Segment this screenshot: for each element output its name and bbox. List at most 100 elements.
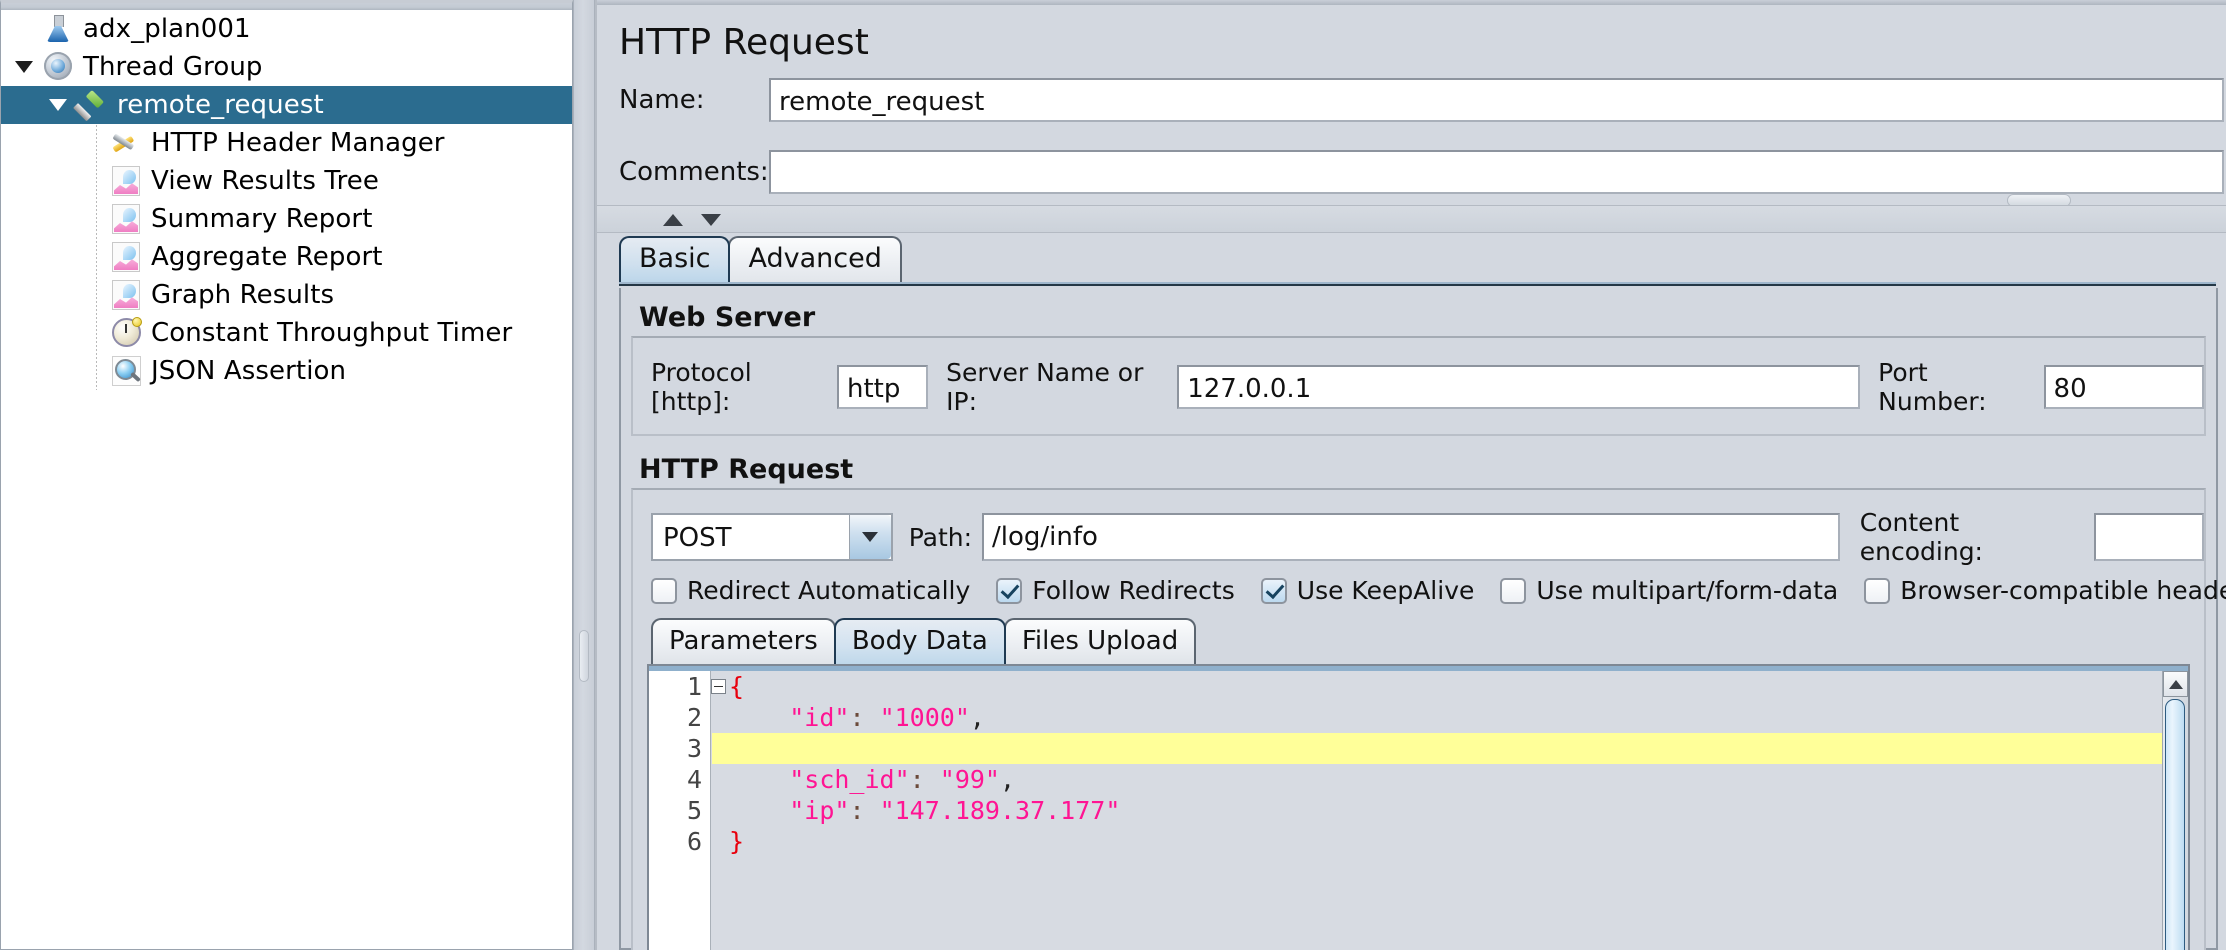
- code-line[interactable]: "ip": "147.189.37.177": [729, 795, 2162, 826]
- web-server-box: Protocol [http]: http Server Name or IP:…: [631, 336, 2206, 436]
- right-panel-top-strip: [597, 0, 2226, 5]
- jmeter-window: adx_plan001 Thread Group remote_request HTT…: [0, 0, 2226, 950]
- http-request-title: HTTP Request: [639, 454, 854, 485]
- splitter-grip[interactable]: [579, 630, 589, 682]
- tree-item-aggregate-report[interactable]: Aggregate Report: [1, 238, 572, 276]
- assertion-icon: [107, 354, 145, 388]
- tree-item-adx-plan001[interactable]: adx_plan001: [1, 10, 572, 48]
- tree-item-label: Summary Report: [151, 204, 373, 234]
- tree-item-view-results-tree[interactable]: View Results Tree: [1, 162, 572, 200]
- tree-expander-caret-icon[interactable]: [43, 99, 73, 111]
- scrollbar-thumb[interactable]: [2165, 699, 2185, 950]
- checkbox-box-icon: [1864, 577, 1891, 604]
- web-server-fields: Protocol [http]: http Server Name or IP:…: [651, 358, 2205, 416]
- content-encoding-label: Content encoding:: [1859, 508, 1983, 566]
- test-plan-icon: [39, 12, 77, 46]
- comments-input[interactable]: [769, 150, 2224, 194]
- inner-tab-parameters[interactable]: Parameters: [651, 618, 836, 664]
- path-input[interactable]: /log/info: [982, 513, 1840, 561]
- name-row: Name: remote_request: [619, 78, 2226, 122]
- checkbox-use-keepalive[interactable]: Use KeepAlive: [1260, 576, 1474, 605]
- checkbox-follow-redirects[interactable]: Follow Redirects: [996, 576, 1235, 605]
- tree-item-label: JSON Assertion: [151, 356, 347, 386]
- editor-line-number-gutter: 123456: [649, 671, 726, 950]
- http-sampler-icon: [73, 88, 111, 122]
- collapse-up-arrow-icon[interactable]: [663, 214, 683, 226]
- tree-item-graph-results[interactable]: Graph Results: [1, 276, 572, 314]
- tree-top-strip: [1, 3, 572, 10]
- checkbox-label: Browser-compatible headers: [1900, 576, 2226, 605]
- listener-chart-icon: [107, 202, 145, 236]
- server-label: Server Name or IP:: [946, 358, 1144, 416]
- http-request-editor-panel: HTTP Request Name: remote_request Commen…: [595, 0, 2226, 950]
- code-line[interactable]: "sch_id": "99",: [729, 764, 2162, 795]
- test-plan-tree-panel: adx_plan001 Thread Group remote_request HTT…: [0, 0, 573, 950]
- server-input[interactable]: 127.0.0.1: [1177, 365, 1861, 409]
- timer-icon: [107, 316, 145, 350]
- code-line[interactable]: {: [729, 671, 2162, 702]
- chevron-down-icon[interactable]: [848, 515, 891, 559]
- tree-expander-caret-icon[interactable]: [9, 61, 39, 73]
- tree-item-label: Thread Group: [83, 52, 263, 82]
- tree-scroll-area[interactable]: adx_plan001 Thread Group remote_request HTT…: [1, 10, 572, 949]
- protocol-label: Protocol [http]:: [651, 358, 752, 416]
- listener-chart-icon: [107, 164, 145, 198]
- line-number: 1: [649, 671, 726, 702]
- tree-item-label: remote_request: [117, 90, 324, 120]
- body-data-editor[interactable]: 123456 { "id": "1000", "api_version": "1…: [647, 664, 2190, 950]
- tree-item-label: Graph Results: [151, 280, 335, 310]
- line-number: 2: [686, 703, 702, 732]
- editor-code-area[interactable]: { "id": "1000", "api_version": "1.0", "s…: [729, 671, 2162, 950]
- checkbox-label: Redirect Automatically: [687, 576, 971, 605]
- checkbox-label: Use multipart/form-data: [1536, 576, 1839, 605]
- inner-tab-files-upload[interactable]: Files Upload: [1003, 618, 1197, 664]
- port-label: Port Number:: [1878, 358, 1987, 416]
- tab-advanced[interactable]: Advanced: [728, 236, 902, 282]
- thread-group-icon: [39, 50, 77, 84]
- tree-item-summary-report[interactable]: Summary Report: [1, 200, 572, 238]
- tree-item-constant-throughput-timer[interactable]: Constant Throughput Timer: [1, 314, 572, 352]
- expand-down-arrow-icon[interactable]: [701, 214, 721, 226]
- tree-guide-line: [96, 125, 97, 390]
- basic-tab-content: Web Server Protocol [http]: http Server …: [619, 288, 2226, 950]
- content-encoding-input[interactable]: [2094, 513, 2205, 561]
- web-server-title: Web Server: [639, 302, 816, 333]
- method-path-row: POST Path: /log/info Content encoding:: [651, 508, 2205, 566]
- name-input[interactable]: remote_request: [769, 78, 2224, 122]
- tree-item-remote-request[interactable]: remote_request: [1, 86, 572, 124]
- tree-item-label: Aggregate Report: [151, 242, 383, 272]
- tab-basic[interactable]: Basic: [619, 236, 731, 282]
- editor-vertical-scrollbar[interactable]: [2162, 671, 2188, 950]
- body-tab-bar: Parameters Body Data Files Upload: [651, 618, 1197, 664]
- header-splitter[interactable]: [597, 192, 2226, 207]
- protocol-input[interactable]: http: [837, 365, 929, 409]
- inner-tab-body-data[interactable]: Body Data: [833, 618, 1006, 664]
- port-input[interactable]: 80: [2043, 365, 2205, 409]
- tree-item-http-header-manager[interactable]: HTTP Header Manager: [1, 124, 572, 162]
- checkbox-box-icon: [1500, 577, 1527, 604]
- scroll-up-button[interactable]: [2163, 671, 2188, 697]
- checkbox-browser-compatible-headers[interactable]: Browser-compatible headers: [1864, 576, 2226, 605]
- one-touch-divider[interactable]: [597, 205, 2226, 233]
- path-label: Path:: [908, 522, 973, 552]
- name-label: Name:: [619, 85, 705, 115]
- code-line[interactable]: }: [729, 826, 2162, 857]
- code-line[interactable]: "id": "1000",: [729, 702, 2162, 733]
- code-fold-toggle-icon[interactable]: [711, 679, 726, 694]
- header-manager-icon: [107, 126, 145, 160]
- tab-underline: [619, 282, 2216, 286]
- request-options-checkboxes: Redirect Automatically Follow Redirects Us…: [651, 576, 2226, 605]
- checkbox-box-icon: [651, 577, 677, 604]
- http-method-select[interactable]: POST: [651, 513, 893, 561]
- checkmark-icon: [1260, 577, 1287, 604]
- tree-item-thread-group[interactable]: Thread Group: [1, 48, 572, 86]
- main-vertical-splitter[interactable]: [573, 0, 595, 950]
- checkbox-use-multipart-form-data[interactable]: Use multipart/form-data: [1500, 576, 1838, 605]
- checkbox-label: Follow Redirects: [1032, 576, 1235, 605]
- main-tab-bar: Basic Advanced: [619, 236, 902, 282]
- checkbox-redirect-automatically[interactable]: Redirect Automatically: [651, 576, 970, 605]
- line-number: 6: [686, 827, 702, 856]
- tree-item-json-assertion[interactable]: JSON Assertion: [1, 352, 572, 390]
- listener-chart-icon: [107, 240, 145, 274]
- page-title: HTTP Request: [619, 22, 869, 63]
